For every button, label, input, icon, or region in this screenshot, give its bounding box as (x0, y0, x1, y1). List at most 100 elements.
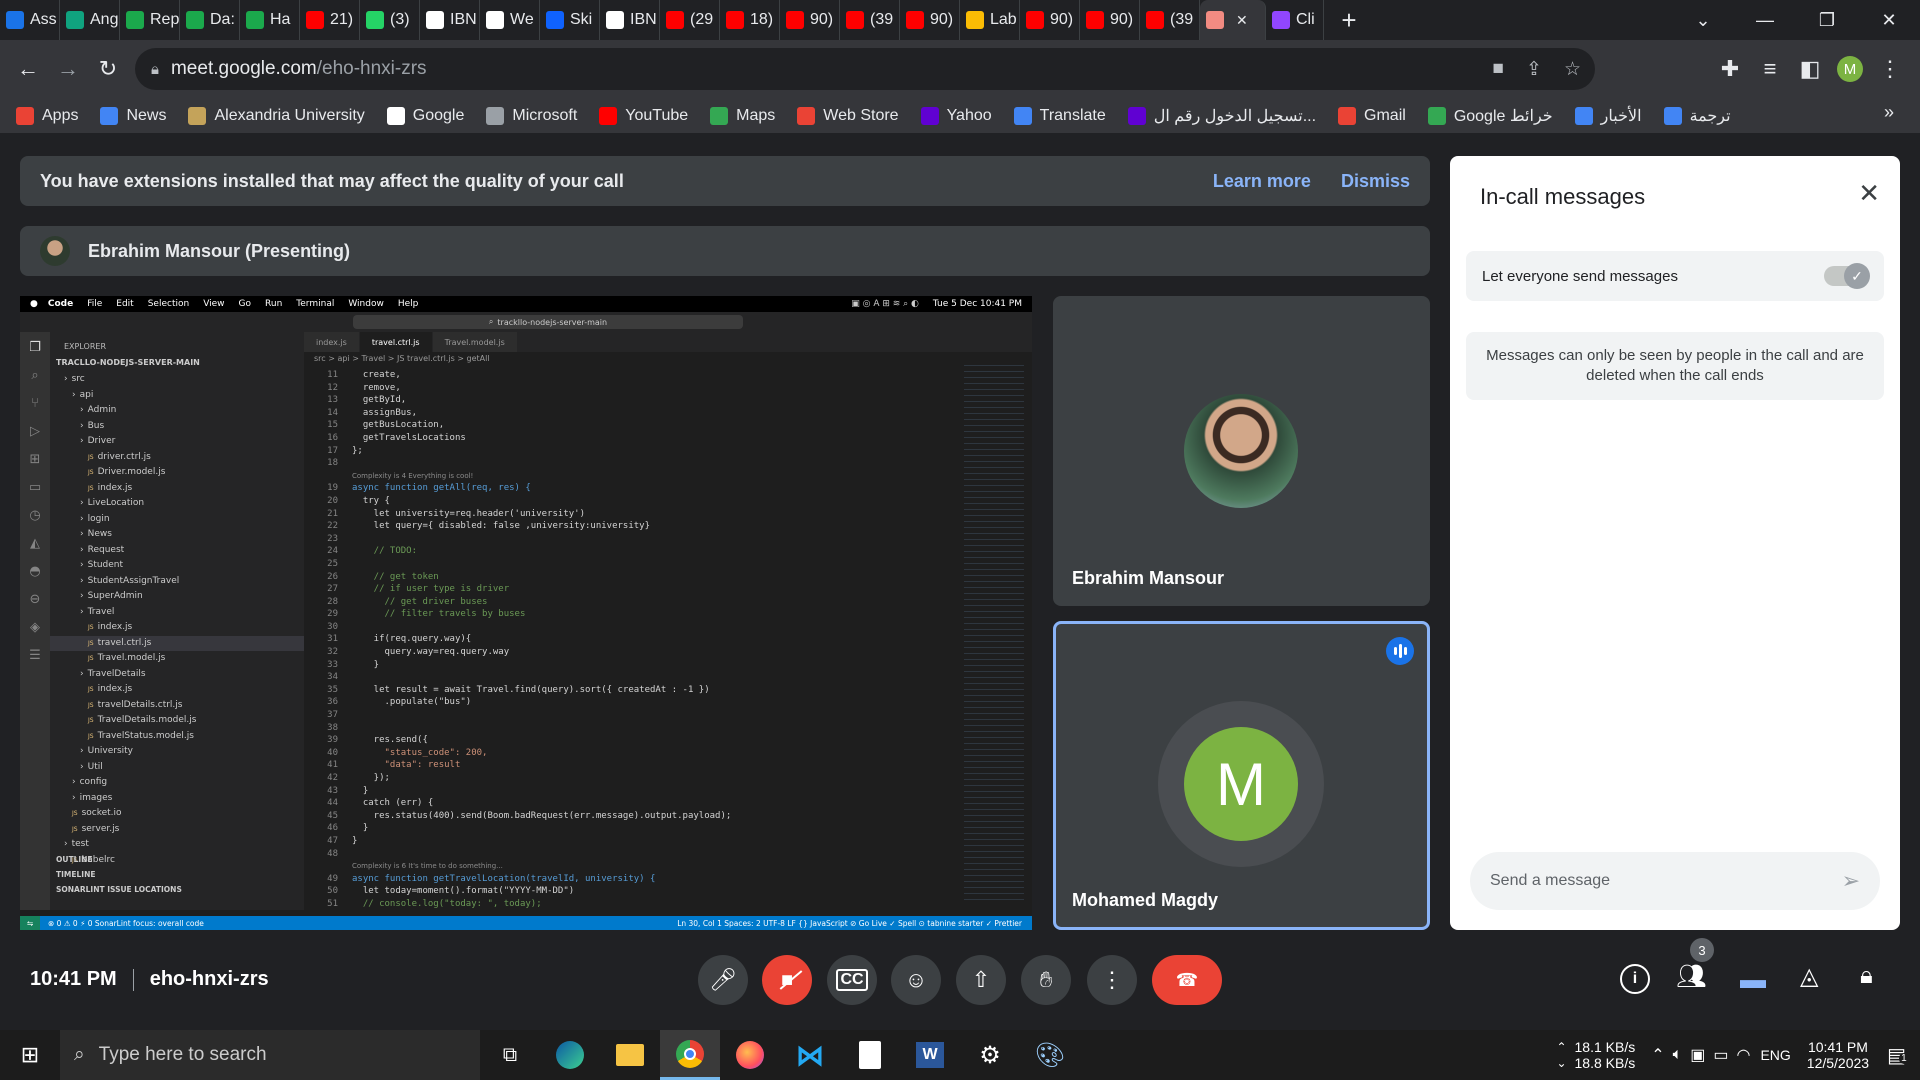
edge-icon[interactable] (540, 1030, 600, 1080)
tree-folder[interactable]: › Util (50, 760, 304, 776)
participant-tile-mohamed[interactable]: M Mohamed Magdy (1053, 621, 1430, 930)
project-title[interactable]: TRACLLO-NODEJS-SERVER-MAIN (56, 358, 200, 367)
testing-icon[interactable]: ⊖ (30, 592, 41, 607)
chat-button[interactable]: ▬ (1740, 964, 1766, 995)
message-input[interactable]: Send a message (1490, 872, 1842, 890)
run-debug-icon[interactable]: ▷ (30, 424, 40, 439)
browser-tab[interactable]: (3) (360, 0, 420, 40)
bookmark-item[interactable]: Maps (710, 106, 775, 125)
microphone-button[interactable]: 🎤︎ (698, 955, 748, 1005)
search-icon[interactable]: ⌕ (31, 368, 38, 383)
browser-tab[interactable]: Cli (1266, 0, 1324, 40)
close-panel-icon[interactable]: ✕ (1858, 178, 1880, 209)
tree-file[interactable]: JS Travel.model.js (50, 651, 304, 667)
browser-tab[interactable]: 90) (1080, 0, 1140, 40)
browser-tab[interactable]: IBN (600, 0, 660, 40)
status-right[interactable]: Ln 30, Col 1 Spaces: 2 UTF-8 LF {} JavaS… (677, 919, 1022, 928)
browser-tab[interactable]: (39 (1140, 0, 1200, 40)
messages-toggle[interactable]: ✓ (1824, 263, 1870, 289)
bookmark-item[interactable]: Alexandria University (188, 106, 365, 125)
tree-folder[interactable]: › Travel (50, 605, 304, 621)
taskbar-search[interactable]: ⌕ Type here to search (60, 1030, 480, 1080)
vscode-search-box[interactable]: ⌕ trackllo-nodejs-server-main (353, 315, 743, 329)
tree-file[interactable]: JS server.js (50, 822, 304, 838)
browser-tab[interactable]: ✕ (1200, 0, 1266, 40)
bookmark-item[interactable]: Google خرائط (1427, 106, 1553, 126)
more-options-button[interactable]: ⋮ (1087, 955, 1137, 1005)
tree-folder[interactable]: › TravelDetails (50, 667, 304, 683)
browser-tab[interactable]: 90) (780, 0, 840, 40)
tree-folder[interactable]: › News (50, 527, 304, 543)
bookmark-item[interactable]: تسجيل الدخول رقم ال... (1127, 106, 1316, 126)
browser-tab[interactable]: Ski (540, 0, 600, 40)
reload-icon[interactable]: ↻ (88, 49, 128, 89)
sidebar-section-header[interactable]: OUTLINE (56, 855, 182, 870)
language-indicator[interactable]: ENG (1760, 1047, 1790, 1063)
timeline-icon[interactable]: ◷ (29, 508, 40, 523)
send-icon[interactable]: ➢ (1842, 868, 1860, 894)
volume-icon[interactable]: 🔈︎ (1673, 1046, 1683, 1064)
tray-up-icon[interactable]: ⌃ (1651, 1045, 1664, 1065)
tree-file[interactable]: JS TravelStatus.model.js (50, 729, 304, 745)
tree-file[interactable]: JS index.js (50, 620, 304, 636)
back-arrow-icon[interactable]: ← (8, 49, 48, 89)
restore-icon[interactable]: ❐ (1796, 0, 1858, 40)
share-icon[interactable]: ⇪ (1526, 58, 1542, 81)
chrome-icon[interactable] (660, 1030, 720, 1080)
tree-file[interactable]: JS travel.ctrl.js (50, 635, 304, 651)
learn-more-link[interactable]: Learn more (1213, 171, 1311, 192)
tree-folder[interactable]: › images (50, 791, 304, 807)
tree-folder[interactable]: › Request (50, 543, 304, 559)
wifi-icon[interactable]: ◠ (1736, 1045, 1750, 1065)
code-content[interactable]: create, remove, getById, assignBus, getB… (352, 369, 932, 911)
browser-tab[interactable]: We (480, 0, 540, 40)
tree-folder[interactable]: › StudentAssignTravel (50, 574, 304, 590)
tree-file[interactable]: JS index.js (50, 682, 304, 698)
browser-tab[interactable]: Ang (60, 0, 120, 40)
vscode-menu-item[interactable]: Terminal (296, 299, 334, 309)
bookmark-item[interactable]: ترجمة (1663, 106, 1731, 126)
tree-folder[interactable]: › test (50, 837, 304, 853)
browser-tab[interactable]: Ha (240, 0, 300, 40)
activities-button[interactable]: ◬ (1800, 962, 1818, 991)
profile-avatar[interactable]: M (1830, 49, 1870, 89)
browser-tab[interactable]: 90) (1020, 0, 1080, 40)
remote-indicator-icon[interactable]: ⇋ (20, 916, 40, 930)
vscode-menu-item[interactable]: Run (265, 299, 282, 309)
bookmark-item[interactable]: الأخبار (1574, 106, 1642, 126)
bookmark-item[interactable]: Gmail (1338, 106, 1406, 125)
source-control-icon[interactable]: ⑂ (31, 396, 39, 411)
bookmarks-overflow-icon[interactable]: » (1884, 102, 1894, 123)
editor-tab[interactable]: Travel.model.js (432, 332, 518, 352)
sidebar-section-header[interactable]: TIMELINE (56, 870, 182, 885)
battery-icon[interactable]: ▭ (1713, 1045, 1728, 1065)
raise-hand-button[interactable]: ✋︎ (1021, 955, 1071, 1005)
bookmark-item[interactable]: Translate (1013, 106, 1106, 125)
tab-search-chevron-icon[interactable]: ⌄ (1672, 0, 1734, 40)
tree-file[interactable]: JS travelDetails.ctrl.js (50, 698, 304, 714)
editor-tab[interactable]: index.js (304, 332, 360, 352)
tree-folder[interactable]: › Student (50, 558, 304, 574)
forward-arrow-icon[interactable]: → (48, 49, 88, 89)
tree-folder[interactable]: › api (50, 388, 304, 404)
message-input-box[interactable]: Send a message ➢ (1470, 852, 1880, 910)
gitlens-icon[interactable]: ◈ (30, 620, 40, 635)
close-tab-icon[interactable]: ✕ (1236, 12, 1248, 29)
vscode-menu-item[interactable]: View (203, 299, 224, 309)
captions-button[interactable]: CC (827, 955, 877, 1005)
sonar-icon[interactable]: ◭ (30, 536, 40, 551)
vscode-menu-item[interactable]: Code (48, 299, 73, 309)
vscode-menu-item[interactable]: Edit (116, 299, 133, 309)
browser-tab[interactable]: (29 (660, 0, 720, 40)
tree-file[interactable]: JS socket.io (50, 806, 304, 822)
tree-folder[interactable]: › SuperAdmin (50, 589, 304, 605)
tree-folder[interactable]: › LiveLocation (50, 496, 304, 512)
tree-folder[interactable]: › University (50, 744, 304, 760)
start-button[interactable]: ⊞ (0, 1030, 60, 1080)
bookmark-item[interactable]: Yahoo (920, 106, 992, 125)
side-panel-icon[interactable]: ◧ (1790, 49, 1830, 89)
notepad-icon[interactable] (840, 1030, 900, 1080)
remote-icon[interactable]: ▭ (29, 480, 41, 495)
bookmark-star-icon[interactable]: ☆ (1564, 58, 1581, 81)
taskbar-clock[interactable]: 10:41 PM 12/5/2023 (1807, 1039, 1869, 1071)
